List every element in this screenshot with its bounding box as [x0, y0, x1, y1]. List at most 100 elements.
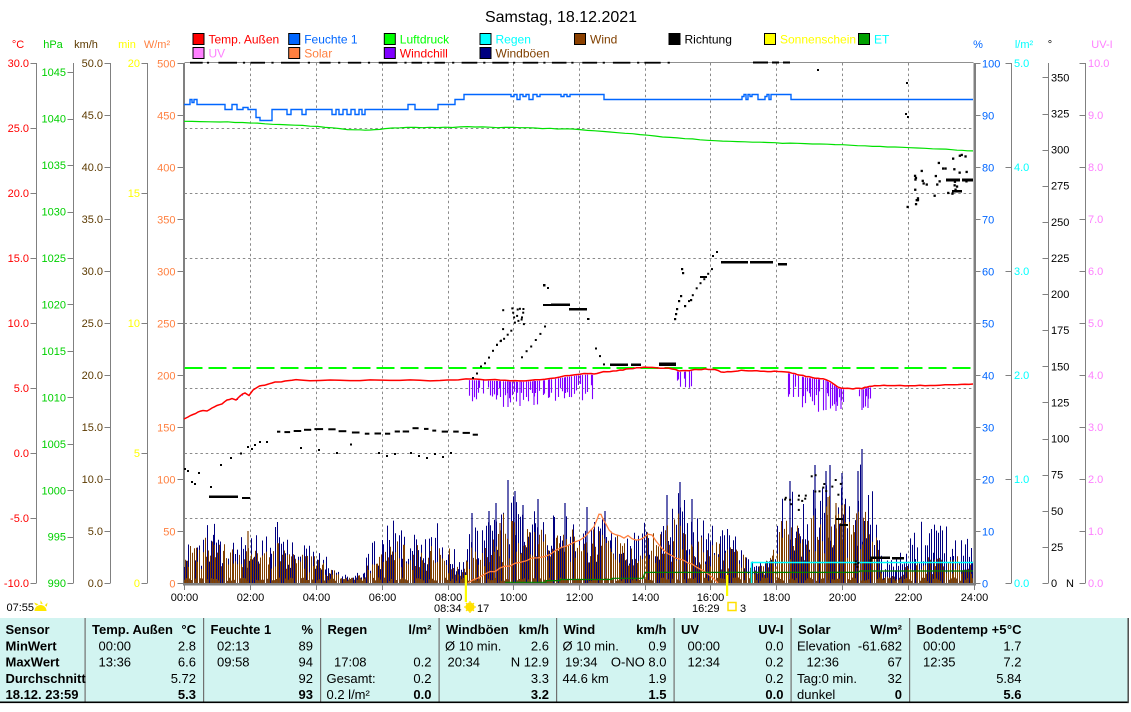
svg-text:0.2: 0.2	[765, 655, 783, 670]
svg-text:04:00: 04:00	[303, 592, 331, 604]
svg-text:00:00: 00:00	[171, 592, 199, 604]
svg-text:20:00: 20:00	[829, 592, 857, 604]
svg-text:400: 400	[157, 163, 175, 175]
svg-text:06:00: 06:00	[369, 592, 397, 604]
svg-text:02:13: 02:13	[217, 638, 250, 653]
svg-text:12:34: 12:34	[688, 655, 721, 670]
svg-text:0.0: 0.0	[413, 687, 431, 702]
svg-text:5.0: 5.0	[1088, 318, 1103, 330]
svg-text:°C: °C	[181, 622, 196, 637]
svg-text:75: 75	[1051, 470, 1063, 482]
svg-text:0.0: 0.0	[1088, 578, 1103, 590]
svg-text:1010: 1010	[42, 392, 66, 404]
svg-text:0.0: 0.0	[765, 638, 783, 653]
svg-text:70: 70	[982, 215, 994, 227]
svg-text:24:00: 24:00	[961, 592, 989, 604]
svg-text:5.72: 5.72	[171, 671, 196, 686]
svg-text:50: 50	[1051, 506, 1063, 518]
svg-text:1.0: 1.0	[1088, 526, 1103, 538]
svg-text:Tag:0 min.: Tag:0 min.	[797, 671, 857, 686]
svg-text:8.0: 8.0	[1088, 162, 1103, 174]
svg-text:1005: 1005	[42, 439, 66, 451]
svg-text:450: 450	[157, 111, 175, 123]
svg-text:2.0: 2.0	[1014, 370, 1029, 382]
svg-text:995: 995	[48, 532, 66, 544]
svg-text:1025: 1025	[42, 253, 66, 265]
svg-text:18.12. 23:59: 18.12. 23:59	[6, 687, 79, 702]
svg-text:225: 225	[1051, 253, 1069, 265]
svg-text:100: 100	[982, 59, 1000, 71]
svg-text:ET: ET	[874, 33, 890, 47]
svg-text:150: 150	[157, 423, 175, 435]
svg-text:Solar: Solar	[798, 622, 831, 637]
svg-text:00:00: 00:00	[923, 638, 956, 653]
svg-text:1030: 1030	[42, 207, 66, 219]
svg-text:10:00: 10:00	[500, 592, 528, 604]
svg-text:km/h: km/h	[636, 622, 666, 637]
svg-text:N 12.9: N 12.9	[511, 655, 549, 670]
svg-text:1.5: 1.5	[648, 687, 666, 702]
svg-text:6.6: 6.6	[178, 655, 196, 670]
svg-text:150: 150	[1051, 361, 1069, 373]
svg-text:5.0: 5.0	[14, 383, 29, 395]
svg-text:0.0: 0.0	[765, 687, 783, 702]
svg-text:2.0: 2.0	[1088, 474, 1103, 486]
svg-text:08:34: 08:34	[434, 603, 462, 615]
svg-text:Temp. Außen: Temp. Außen	[209, 33, 280, 47]
svg-text:1.0: 1.0	[1014, 474, 1029, 486]
svg-text:15.0: 15.0	[8, 253, 29, 265]
svg-text:Wind: Wind	[590, 33, 617, 47]
svg-text:min: min	[118, 39, 136, 51]
svg-text:Feuchte 1: Feuchte 1	[211, 622, 272, 637]
svg-text:5.0: 5.0	[1014, 58, 1029, 70]
svg-text:20.0: 20.0	[82, 370, 103, 382]
svg-text:350: 350	[157, 215, 175, 227]
svg-text:Windchill: Windchill	[400, 47, 448, 61]
svg-text:4.0: 4.0	[1088, 370, 1103, 382]
svg-text:0: 0	[1051, 578, 1057, 590]
svg-text:40: 40	[982, 371, 994, 383]
svg-text:UV: UV	[209, 47, 226, 61]
svg-text:275: 275	[1051, 181, 1069, 193]
svg-text:°C: °C	[12, 39, 24, 51]
svg-text:250: 250	[157, 319, 175, 331]
svg-text:0.2: 0.2	[413, 655, 431, 670]
svg-text:0.0: 0.0	[1014, 578, 1029, 590]
svg-text:1.9: 1.9	[648, 671, 666, 686]
svg-text:25.0: 25.0	[8, 123, 29, 135]
svg-text:Samstag, 18.12.2021: Samstag, 18.12.2021	[485, 9, 637, 26]
svg-text:3.0: 3.0	[1014, 266, 1029, 278]
svg-text:07:55: 07:55	[7, 602, 35, 614]
svg-text:5: 5	[134, 448, 140, 460]
svg-text:50: 50	[163, 527, 175, 539]
svg-text:0.2: 0.2	[413, 671, 431, 686]
svg-text:°C: °C	[1007, 622, 1022, 637]
svg-text:10.0: 10.0	[82, 474, 103, 486]
svg-text:20: 20	[982, 475, 994, 487]
svg-text:125: 125	[1051, 397, 1069, 409]
svg-text:0: 0	[169, 579, 175, 591]
svg-text:02:00: 02:00	[237, 592, 265, 604]
svg-text:100: 100	[157, 475, 175, 487]
svg-text:Elevation: Elevation	[797, 638, 850, 653]
svg-text:dunkel: dunkel	[797, 687, 835, 702]
svg-text:94: 94	[299, 655, 313, 670]
svg-text:0: 0	[982, 579, 988, 591]
svg-text:3: 3	[740, 603, 746, 615]
svg-text:00:00: 00:00	[688, 638, 721, 653]
svg-text:10: 10	[128, 318, 140, 330]
svg-text:00:00: 00:00	[99, 638, 132, 653]
svg-text:22:00: 22:00	[895, 592, 923, 604]
svg-text:5.0: 5.0	[88, 526, 103, 538]
svg-text:500: 500	[157, 59, 175, 71]
svg-text:0: 0	[895, 687, 902, 702]
svg-text:175: 175	[1051, 325, 1069, 337]
svg-text:O-NO 8.0: O-NO 8.0	[611, 655, 667, 670]
svg-text:60: 60	[982, 267, 994, 279]
svg-text:15: 15	[128, 188, 140, 200]
svg-text:14:00: 14:00	[632, 592, 660, 604]
svg-text:32: 32	[888, 671, 902, 686]
svg-text:17: 17	[477, 603, 489, 615]
svg-text:20:34: 20:34	[448, 655, 481, 670]
svg-text:Temp. Außen: Temp. Außen	[92, 622, 173, 637]
